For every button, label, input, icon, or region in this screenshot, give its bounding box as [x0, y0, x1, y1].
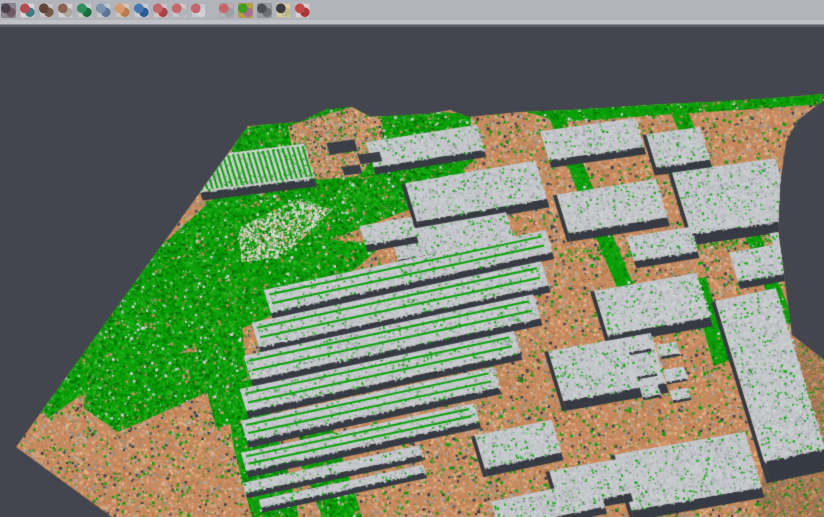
viewport-3d-pointcloud[interactable]: [0, 27, 824, 517]
red-ring-icon[interactable]: [172, 3, 187, 18]
application-window: [0, 0, 824, 517]
sample-points-icon[interactable]: [58, 3, 73, 18]
column-icon[interactable]: [96, 3, 111, 18]
camera-icon[interactable]: [257, 3, 272, 18]
main-toolbar: [0, 0, 824, 20]
classify-points-icon[interactable]: [20, 3, 35, 18]
points-dark-icon[interactable]: [1, 3, 16, 18]
delete-cross-icon[interactable]: [276, 3, 291, 18]
selection-box-icon[interactable]: [191, 3, 206, 18]
classification-colors-icon[interactable]: [238, 3, 253, 18]
clip-box-icon[interactable]: [219, 3, 234, 18]
red-layers-icon[interactable]: [295, 3, 310, 18]
terrain-brown-icon[interactable]: [39, 3, 54, 18]
globe-icon[interactable]: [134, 3, 149, 18]
red-list-icon[interactable]: [153, 3, 168, 18]
terrain-green-icon[interactable]: [77, 3, 92, 18]
ortho-tile-icon[interactable]: [115, 3, 130, 18]
